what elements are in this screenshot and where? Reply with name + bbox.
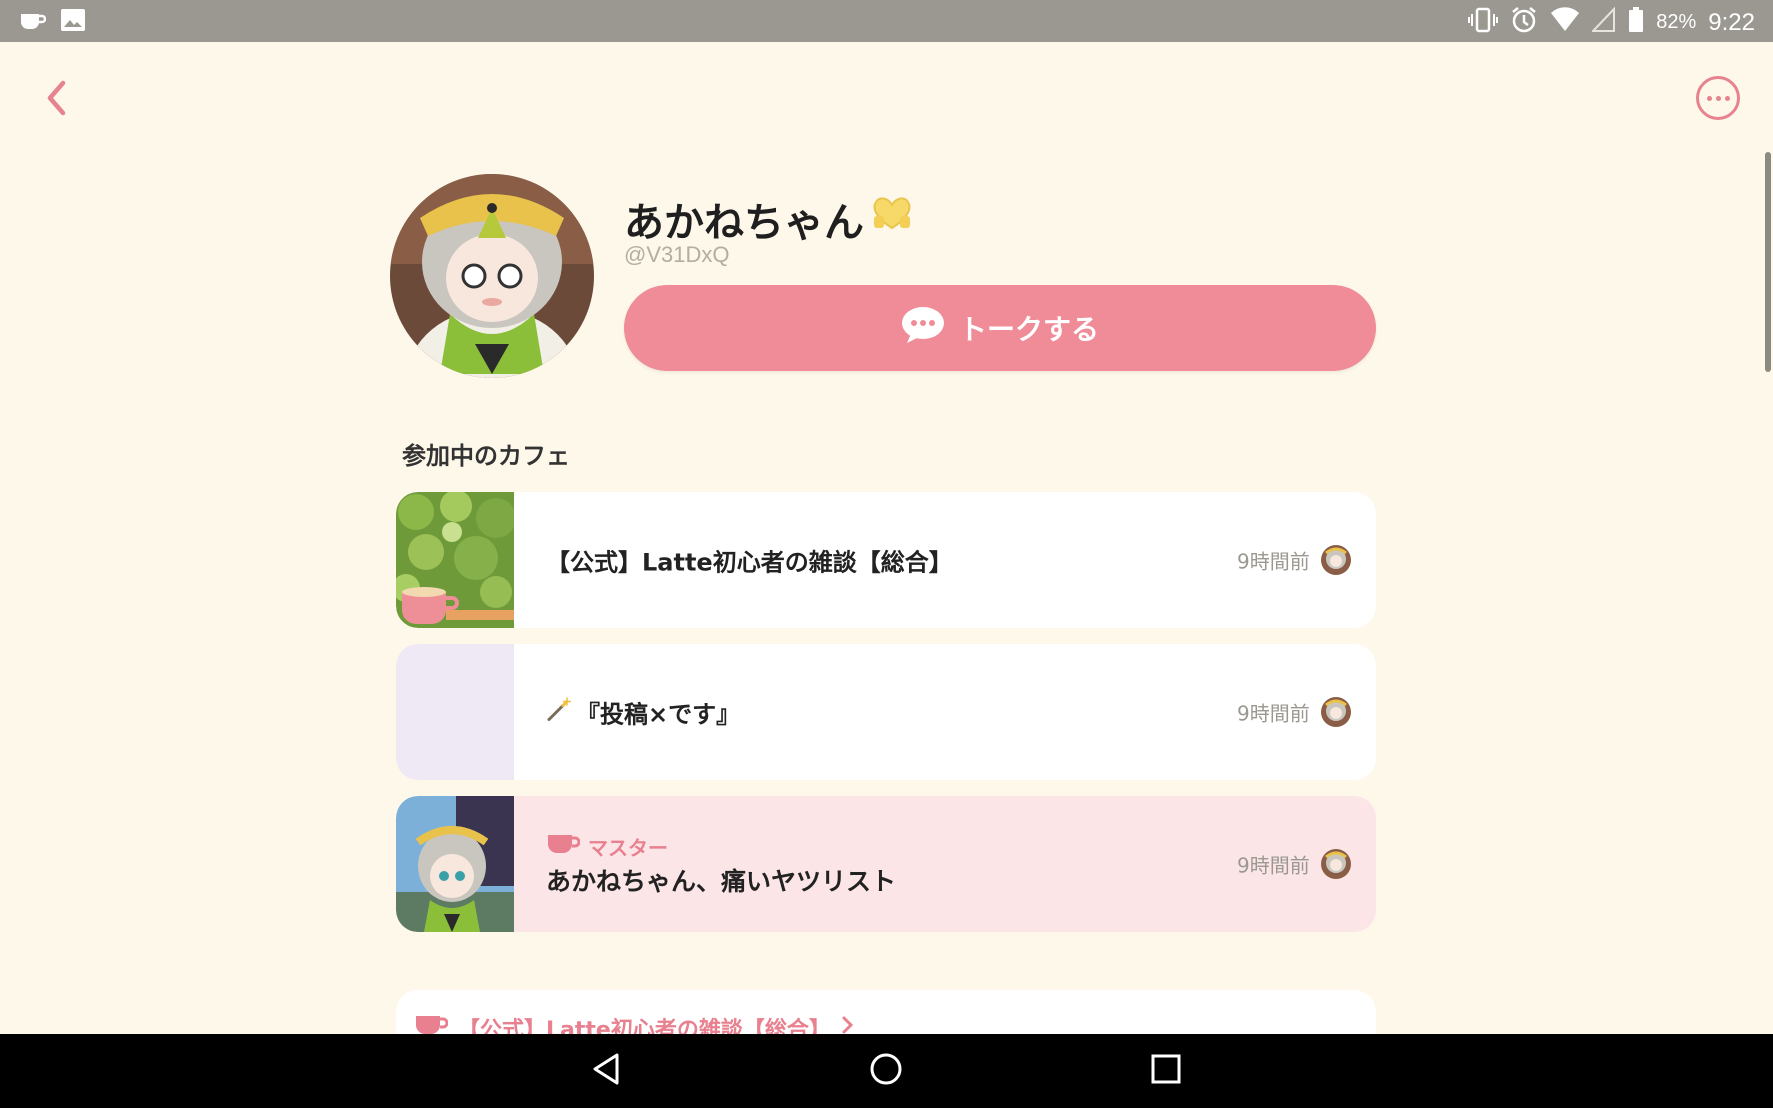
member-avatar — [1321, 697, 1351, 727]
member-avatar — [1321, 545, 1351, 575]
cafe-name-row: 『投稿×です』 — [546, 695, 740, 730]
cafe-last-active: 9時間前 — [1237, 853, 1310, 878]
cafe-last-active: 9時間前 — [1237, 549, 1310, 574]
nav-home-button[interactable] — [866, 1051, 906, 1091]
chat-bubble-icon — [901, 306, 945, 351]
more-dot-icon — [1706, 95, 1712, 101]
master-role-row: マスター — [546, 832, 668, 861]
nav-back-button[interactable] — [586, 1051, 626, 1091]
heart-hands-icon — [870, 196, 914, 242]
battery-percent: 82% — [1656, 11, 1697, 33]
cafe-name: あかねちゃん、痛いヤツリスト — [546, 867, 897, 896]
cafe-name: 『投稿×です』 — [576, 700, 741, 729]
signal-icon — [1590, 6, 1616, 38]
square-recents-icon — [1150, 1053, 1182, 1089]
battery-icon — [1628, 7, 1644, 38]
cafe-list-item[interactable]: 『投稿×です』 9時間前 — [396, 644, 1376, 780]
cup-icon — [546, 832, 581, 861]
cafe-thumbnail — [396, 796, 514, 932]
cafe-list-item[interactable]: 【公式】Latte初心者の雑談【総合】 9時間前 — [396, 492, 1376, 628]
talk-button[interactable]: トークする — [624, 285, 1376, 371]
post-cafe-link[interactable]: 【公式】Latte初心者の雑談【総合】 — [414, 1012, 855, 1034]
chevron-left-icon — [44, 79, 68, 121]
profile-name-text: あかねちゃん — [624, 200, 864, 246]
talk-button-label: トークする — [958, 313, 1099, 346]
vibrate-icon — [1468, 7, 1499, 38]
magic-wand-icon — [546, 696, 572, 728]
image-icon — [60, 8, 86, 36]
member-avatar — [1321, 849, 1351, 879]
more-dot-icon — [1715, 95, 1721, 101]
back-button[interactable] — [36, 76, 76, 124]
cup-icon — [414, 1013, 449, 1034]
latte-cup-icon — [18, 8, 47, 36]
profile-handle: @V31DxQ — [624, 242, 730, 267]
profile-screen: あかねちゃん @V31DxQ トークする 参加中のカフェ 【公式】Latte初心 — [0, 42, 1773, 1034]
cafe-thumbnail — [396, 492, 514, 628]
system-navigation-bar — [0, 1034, 1773, 1108]
profile-avatar[interactable] — [390, 174, 594, 378]
more-options-button[interactable] — [1696, 76, 1740, 120]
triangle-back-icon — [591, 1052, 621, 1090]
cafe-list-item-master[interactable]: マスター あかねちゃん、痛いヤツリスト 9時間前 — [396, 796, 1376, 932]
alarm-icon — [1510, 6, 1538, 39]
nav-recents-button[interactable] — [1146, 1051, 1186, 1091]
post-cafe-name: 【公式】Latte初心者の雑談【総合】 — [458, 1018, 831, 1034]
cafe-thumbnail — [396, 644, 514, 780]
post-card[interactable]: 【公式】Latte初心者の雑談【総合】 — [396, 990, 1376, 1034]
chevron-right-icon — [841, 1015, 855, 1034]
status-bar: 82% 9:22 — [0, 0, 1773, 42]
joined-cafes-heading: 参加中のカフェ — [402, 442, 570, 470]
cafe-last-active: 9時間前 — [1237, 701, 1310, 726]
master-role-label: マスター — [588, 836, 668, 860]
clock: 9:22 — [1708, 8, 1755, 36]
wifi-icon — [1550, 7, 1580, 38]
more-dot-icon — [1724, 95, 1730, 101]
profile-name: あかねちゃん — [624, 190, 914, 248]
circle-home-icon — [869, 1052, 903, 1090]
cafe-name: 【公式】Latte初心者の雑談【総合】 — [546, 548, 953, 577]
scrollbar[interactable] — [1765, 152, 1771, 372]
